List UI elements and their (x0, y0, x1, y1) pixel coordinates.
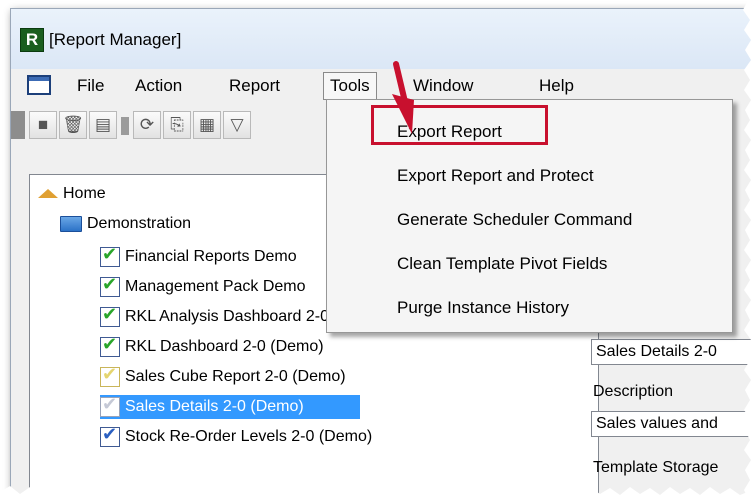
tree-report-label: Sales Details 2-0 (Demo) (125, 398, 304, 415)
tree-report-item[interactable]: ✔ Management Pack Demo (100, 275, 306, 299)
app-icon: R (20, 28, 44, 52)
tree-report-item[interactable]: ✔ Stock Re-Order Levels 2-0 (Demo) (100, 425, 372, 449)
menu-item-purge-instance-history[interactable]: Purge Instance History (397, 293, 569, 323)
menu-item-export-report-and-protect[interactable]: Export Report and Protect (397, 161, 594, 191)
filter-icon[interactable]: ▽ (223, 111, 251, 139)
report-check-icon: ✔ (100, 335, 120, 357)
tree-report-label: Financial Reports Demo (125, 248, 297, 265)
screenshot-frame: R [Report Manager] File Action Report To… (0, 0, 755, 504)
report-check-icon: ✔ (100, 245, 120, 267)
report-check-icon: ✔ (100, 395, 120, 417)
tree-report-label: RKL Dashboard 2-0 (Demo) (125, 338, 324, 355)
tree-report-item[interactable]: ✔ RKL Dashboard 2-0 (Demo) (100, 335, 324, 359)
report-check-icon: ✔ (100, 305, 120, 327)
report-check-icon: ✔ (100, 425, 120, 447)
menu-item-generate-scheduler-command[interactable]: Generate Scheduler Command (397, 205, 632, 235)
tree-report-item[interactable]: ✔ Sales Cube Report 2-0 (Demo) (100, 365, 346, 389)
toolbar-grip-icon (11, 111, 25, 139)
properties-panel: Sales Details 2-0 Description Sales valu… (591, 339, 755, 504)
tree-folder-demonstration[interactable]: Demonstration (60, 212, 191, 236)
toolbar-separator (121, 117, 129, 135)
tree-report-item[interactable]: ✔ Financial Reports Demo (100, 245, 297, 269)
red-arrow-annotation (392, 61, 414, 134)
menu-item-clean-template-pivot-fields[interactable]: Clean Template Pivot Fields (397, 249, 607, 279)
system-menu-icon[interactable] (27, 75, 51, 95)
tree-folder-label: Demonstration (87, 215, 192, 232)
torn-bottom-edge (0, 486, 755, 504)
tree-report-label: Management Pack Demo (125, 278, 306, 295)
menu-action[interactable]: Action (135, 76, 182, 96)
menu-report[interactable]: Report (229, 76, 280, 96)
properties-icon[interactable]: ▤ (89, 111, 117, 139)
folder-icon (60, 215, 82, 232)
menu-help[interactable]: Help (539, 76, 574, 96)
refresh-icon[interactable]: ⟳ (133, 111, 161, 139)
torn-right-edge (743, 0, 755, 504)
new-report-icon[interactable]: ■ (29, 111, 57, 139)
tree-report-label: Stock Re-Order Levels 2-0 (Demo) (125, 428, 373, 445)
delete-icon[interactable]: 🗑 (59, 111, 87, 139)
paste-icon[interactable]: ▦ (193, 111, 221, 139)
tree-report-label: Sales Cube Report 2-0 (Demo) (125, 368, 346, 385)
description-field[interactable]: Sales values and (591, 411, 755, 437)
menu-file[interactable]: File (77, 76, 104, 96)
report-name-field[interactable]: Sales Details 2-0 (591, 339, 755, 365)
home-icon (38, 189, 58, 199)
report-check-icon: ✔ (100, 365, 120, 387)
description-label: Description (593, 383, 674, 400)
tree-home[interactable]: Home (38, 182, 106, 206)
report-check-icon: ✔ (100, 275, 120, 297)
tree-home-label: Home (63, 185, 106, 202)
copy-icon[interactable]: ⎘ (163, 111, 191, 139)
template-storage-label: Template Storage (593, 459, 719, 476)
tree-report-item-selected[interactable]: ✔ Sales Details 2-0 (Demo) (100, 395, 360, 419)
window-title: [Report Manager] (49, 30, 182, 49)
